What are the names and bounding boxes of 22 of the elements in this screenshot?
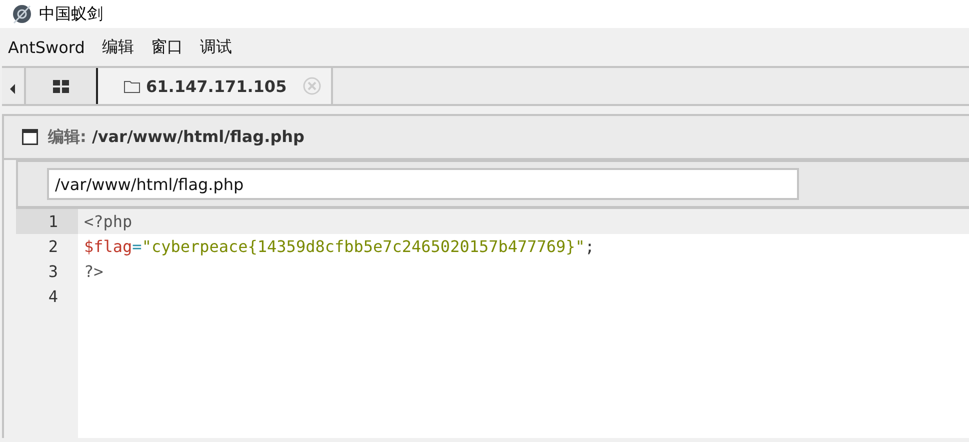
menu-item[interactable]: 编辑 <box>102 36 134 58</box>
tab[interactable] <box>26 68 98 104</box>
code-editor[interactable]: 1 2 3 4 <?php $flag="cyberpeace{14359d8cfbb5e7c2465020157b477769}"; ?> <box>16 209 969 438</box>
menu-item[interactable]: 调试 <box>200 36 232 58</box>
grid-icon <box>53 80 69 92</box>
line-number: 3 <box>47 261 59 283</box>
code-line: ?> <box>84 262 104 281</box>
code-line: $flag="cyberpeace{14359d8cfbb5e7c2465020157b477769}"; <box>84 237 595 256</box>
code-line: <?php <box>84 212 132 231</box>
window-title: 中国蚁剑 <box>39 4 103 24</box>
line-number: 4 <box>47 286 59 308</box>
caret-icon <box>10 84 16 94</box>
menu-item[interactable]: 窗口 <box>150 36 183 58</box>
panel-title: 编辑: /var/www/html/flag.php <box>48 126 304 148</box>
path-field[interactable]: /var/www/html/flag.php <box>47 168 799 200</box>
line-number: 1 <box>16 209 78 234</box>
line-number: 2 <box>47 236 59 258</box>
menu-item[interactable]: AntSword <box>8 38 85 56</box>
tab[interactable]: 61.147.171.105 <box>98 68 333 104</box>
app-logo-icon <box>11 3 33 25</box>
window-icon <box>22 129 38 145</box>
folder-icon <box>124 80 140 92</box>
